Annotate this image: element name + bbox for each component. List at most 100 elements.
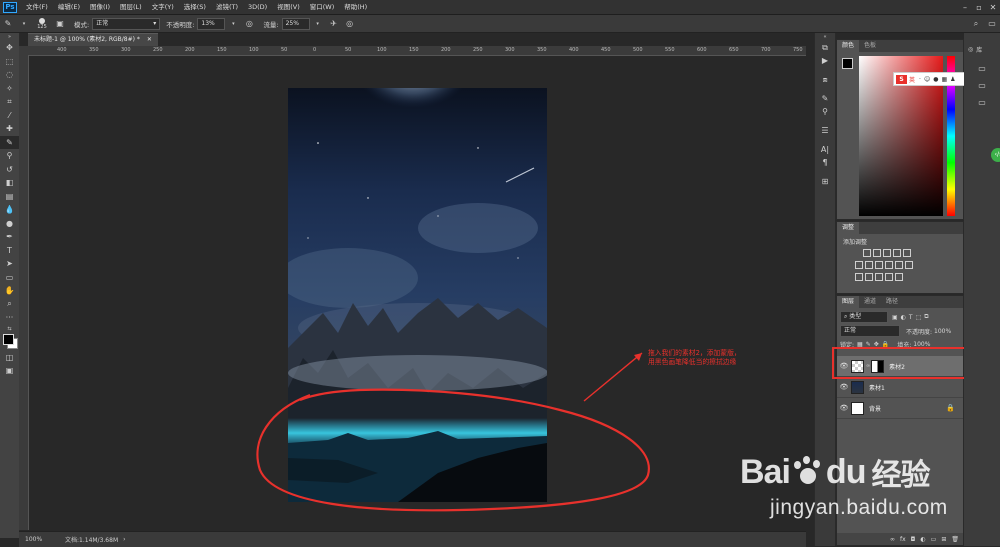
- chevron-down-icon[interactable]: ▾: [228, 19, 238, 29]
- menu-edit[interactable]: 编辑(E): [53, 0, 85, 14]
- screen-mode-icon[interactable]: ▣: [0, 364, 19, 378]
- collapse-icon[interactable]: «: [815, 33, 835, 41]
- layer-row-material1[interactable]: 👁 素材1: [837, 377, 963, 398]
- new-layer-icon[interactable]: ⊞: [941, 536, 946, 543]
- brush-panel-icon[interactable]: ▣: [55, 19, 65, 29]
- brush-panel-icon[interactable]: ✎: [815, 92, 835, 105]
- black-white-icon[interactable]: [875, 261, 883, 269]
- color-swatches[interactable]: [0, 333, 19, 351]
- marquee-tool-icon[interactable]: ⬚: [0, 55, 19, 69]
- actions-play-icon[interactable]: ▶: [815, 54, 835, 67]
- foreground-color-swatch[interactable]: [3, 333, 14, 345]
- glyphs-icon[interactable]: ⊞: [815, 175, 835, 188]
- layer-filter-select[interactable]: ⌕ 类型: [840, 311, 888, 323]
- levels-icon[interactable]: [873, 249, 881, 257]
- fx-icon[interactable]: fx: [900, 536, 906, 543]
- posterize-icon[interactable]: [865, 273, 873, 281]
- exposure-icon[interactable]: [893, 249, 901, 257]
- tab-paths[interactable]: 路径: [881, 296, 903, 308]
- airbrush-icon[interactable]: ✈: [329, 19, 339, 29]
- move-tool-icon[interactable]: ✥: [0, 41, 19, 55]
- pen-tool-icon[interactable]: ✒: [0, 230, 19, 244]
- tab-adjustments[interactable]: 调整: [837, 222, 860, 234]
- filter-adjust-icon[interactable]: ◐: [901, 314, 906, 321]
- emoji-icon[interactable]: ☺: [924, 76, 930, 83]
- ime-toolbar[interactable]: S 英 · ☺ ● ▦ ♟: [893, 72, 965, 86]
- invert-icon[interactable]: [855, 273, 863, 281]
- menu-layer[interactable]: 图层(L): [115, 0, 147, 14]
- gradient-tool-icon[interactable]: ▤: [0, 190, 19, 204]
- clone-source-icon[interactable]: ⚲: [815, 105, 835, 118]
- blur-tool-icon[interactable]: 💧: [0, 203, 19, 217]
- panel-icon[interactable]: ▭: [964, 62, 1000, 75]
- quick-mask-icon[interactable]: ◫: [0, 351, 19, 365]
- workspace-icon[interactable]: ▭: [987, 19, 997, 29]
- brush-preset-picker[interactable]: 125: [32, 17, 52, 31]
- shape-tool-icon[interactable]: ▭: [0, 271, 19, 285]
- close-icon[interactable]: ✕: [986, 3, 1000, 12]
- minimize-icon[interactable]: –: [958, 3, 972, 12]
- opacity-input[interactable]: 13%: [197, 17, 226, 30]
- tab-swatches[interactable]: 色板: [859, 40, 881, 52]
- menu-file[interactable]: 文件(F): [21, 0, 53, 14]
- ime-punctuation-icon[interactable]: ·: [919, 76, 921, 83]
- mode-select[interactable]: 正常 ▾: [92, 17, 161, 30]
- menu-help[interactable]: 帮助(H): [339, 0, 372, 14]
- filter-pixel-icon[interactable]: ▣: [892, 314, 898, 321]
- chevron-down-icon[interactable]: ▾: [19, 19, 29, 29]
- chevron-down-icon[interactable]: ▾: [313, 19, 323, 29]
- trash-icon[interactable]: 🗑: [951, 536, 959, 543]
- color-balance-icon[interactable]: [865, 261, 873, 269]
- new-group-icon[interactable]: ▭: [931, 536, 937, 543]
- add-mask-icon[interactable]: ◘: [911, 536, 916, 543]
- photo-filter-icon[interactable]: [885, 261, 893, 269]
- hand-tool-icon[interactable]: ✋: [0, 284, 19, 298]
- menu-view[interactable]: 视图(V): [272, 0, 305, 14]
- quick-select-tool-icon[interactable]: ✧: [0, 82, 19, 96]
- menu-image[interactable]: 图像(I): [85, 0, 115, 14]
- properties-icon[interactable]: ☰: [815, 124, 835, 137]
- brightness-icon[interactable]: [863, 249, 871, 257]
- curves-icon[interactable]: [883, 249, 891, 257]
- layer-row-background[interactable]: 👁 背景 🔒: [837, 398, 963, 419]
- crop-tool-icon[interactable]: ⌗: [0, 95, 19, 109]
- character-icon[interactable]: A|: [815, 143, 835, 156]
- new-adjustment-icon[interactable]: ◐: [920, 536, 925, 543]
- eye-icon[interactable]: 👁: [837, 383, 851, 391]
- path-select-tool-icon[interactable]: ➤: [0, 257, 19, 271]
- flow-input[interactable]: 25%: [281, 17, 310, 30]
- collapse-icon[interactable]: »: [0, 33, 19, 41]
- ime-tools-icon[interactable]: ♟: [950, 76, 955, 83]
- selective-color-icon[interactable]: [895, 273, 903, 281]
- swap-colors-icon[interactable]: ⇆: [0, 325, 19, 333]
- healing-brush-tool-icon[interactable]: ✚: [0, 122, 19, 136]
- tab-layers[interactable]: 图层: [837, 296, 860, 308]
- browser-extension-icon[interactable]: ‹/›: [991, 148, 1000, 162]
- keyboard-icon[interactable]: ▦: [941, 76, 947, 83]
- layer-comps-icon[interactable]: ⧈: [815, 73, 835, 86]
- zoom-tool-icon[interactable]: ⌕: [0, 298, 19, 312]
- chevron-right-icon[interactable]: ›: [123, 536, 125, 543]
- eye-icon[interactable]: 👁: [837, 404, 851, 412]
- menu-3d[interactable]: 3D(D): [243, 0, 272, 14]
- panel-fg-swatch[interactable]: [842, 58, 853, 69]
- channel-mixer-icon[interactable]: [895, 261, 903, 269]
- filter-type-icon[interactable]: T: [909, 314, 913, 321]
- eraser-tool-icon[interactable]: ◧: [0, 176, 19, 190]
- more-tools-icon[interactable]: ···: [0, 311, 19, 325]
- lasso-tool-icon[interactable]: ◌: [0, 68, 19, 82]
- paragraph-icon[interactable]: ¶: [815, 156, 835, 169]
- panel-icon[interactable]: ▭: [964, 96, 1000, 109]
- type-tool-icon[interactable]: T: [0, 244, 19, 258]
- menu-window[interactable]: 窗口(W): [305, 0, 340, 14]
- panel-icon[interactable]: ▭: [964, 79, 1000, 92]
- layer-opacity-value[interactable]: 100%: [934, 328, 951, 335]
- zoom-level[interactable]: 100%: [25, 536, 65, 543]
- tab-channels[interactable]: 通道: [859, 296, 881, 308]
- microphone-icon[interactable]: ●: [933, 76, 938, 83]
- link-layers-icon[interactable]: ∞: [890, 536, 895, 543]
- document-tab[interactable]: 未标题-1 @ 100% (素材2, RGB/8#) * ✕: [28, 33, 158, 46]
- gradient-map-icon[interactable]: [885, 273, 893, 281]
- clone-stamp-tool-icon[interactable]: ⚲: [0, 149, 19, 163]
- filter-smart-icon[interactable]: ⧉: [924, 313, 928, 321]
